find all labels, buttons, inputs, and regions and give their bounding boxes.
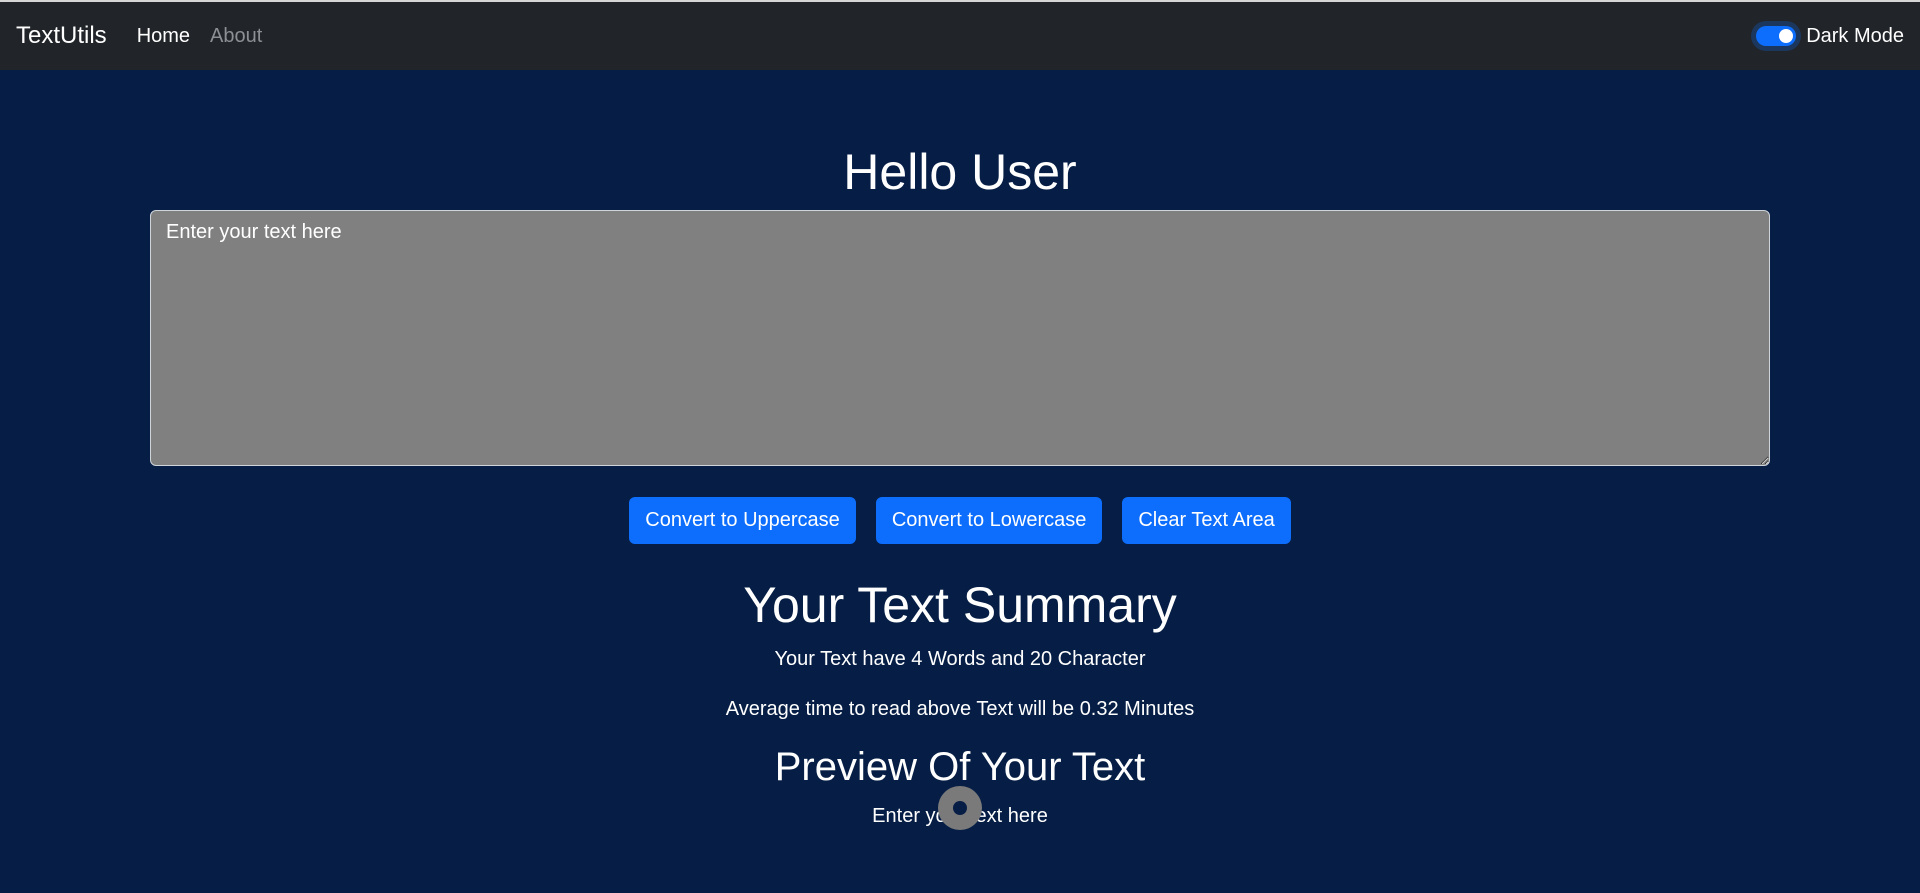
clear-button[interactable]: Clear Text Area [1122,497,1291,544]
loading-spinner-icon [938,786,982,830]
page-title: Hello User [843,144,1077,200]
uppercase-button[interactable]: Convert to Uppercase [629,497,856,544]
navbar: TextUtils Home About Dark Mode [0,2,1920,70]
nav-home[interactable]: Home [137,25,190,48]
dark-mode-label[interactable]: Dark Mode [1806,25,1904,48]
read-time: Average time to read above Text will be … [725,698,1195,720]
action-buttons: Convert to Uppercase Convert to Lowercas… [0,497,1920,544]
nav-about[interactable]: About [210,25,262,48]
dark-mode-toggle[interactable] [1756,26,1797,46]
preview-heading: Preview Of Your Text [774,745,1146,789]
brand[interactable]: TextUtils [16,22,107,50]
summary-counts: Your Text have 4 Words and 20 Character [774,648,1146,670]
summary-heading: Your Text Summary [743,577,1177,633]
dark-mode-control: Dark Mode [1756,25,1904,48]
lowercase-button[interactable]: Convert to Lowercase [875,497,1103,544]
text-input[interactable] [150,210,1770,466]
